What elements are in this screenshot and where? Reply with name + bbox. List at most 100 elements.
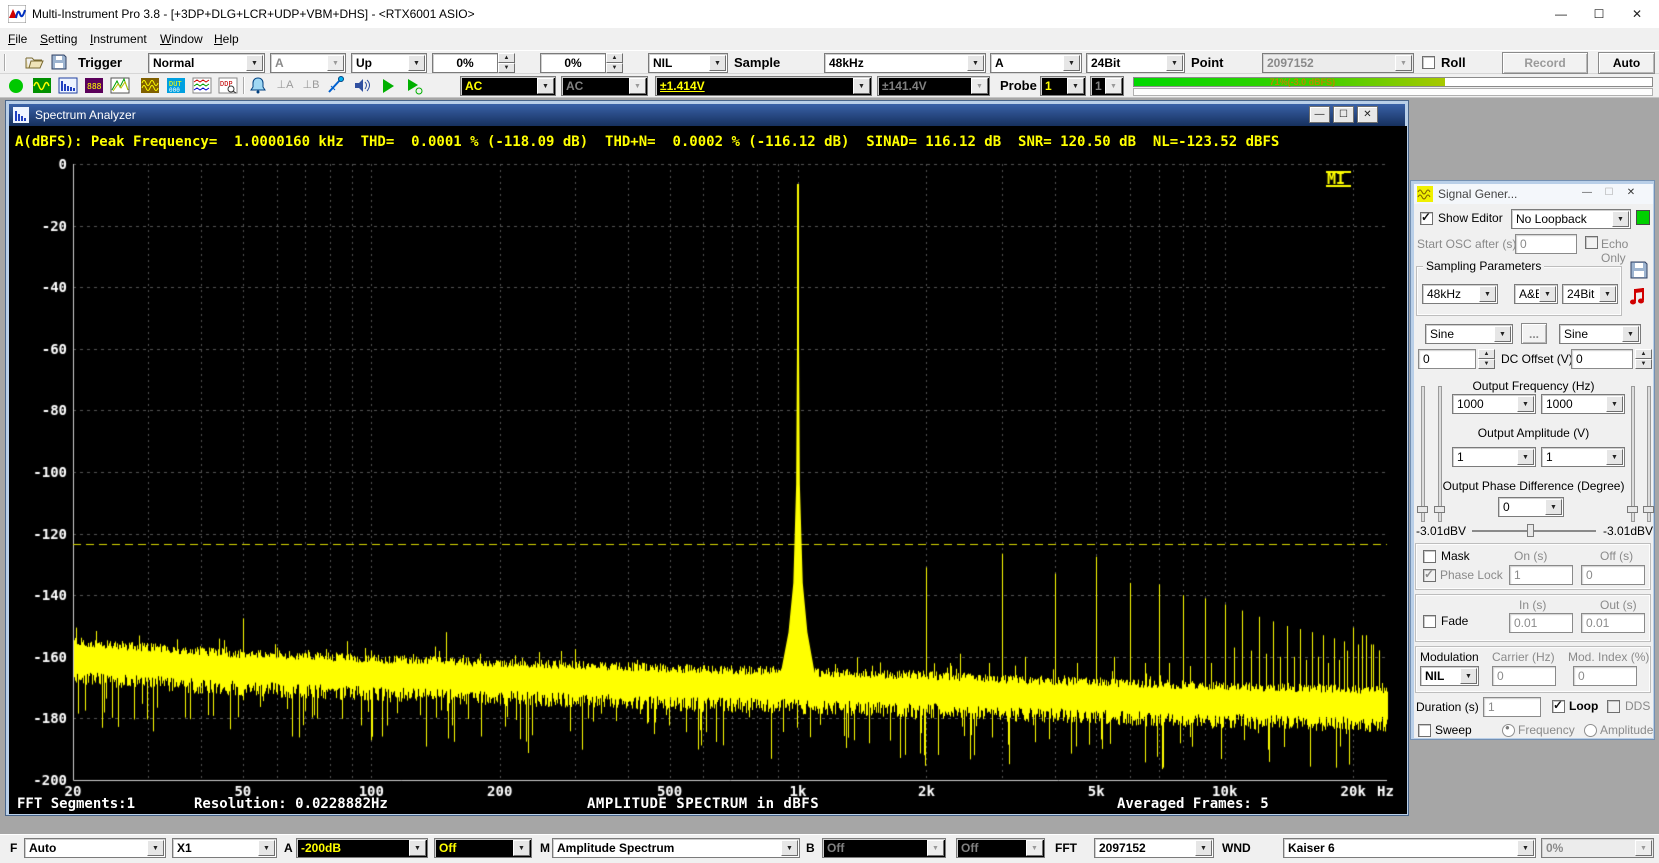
chevron-down-icon[interactable]: ▼: [246, 55, 263, 71]
a-ref-select[interactable]: Off▼: [434, 838, 532, 858]
chevron-down-icon[interactable]: ▼: [1517, 840, 1534, 856]
chevron-down-icon[interactable]: ▼: [1517, 449, 1534, 465]
waveform-a-select[interactable]: Sine▼: [1425, 324, 1513, 344]
chevron-down-icon[interactable]: ▼: [258, 840, 275, 856]
spectrum-analyzer-icon[interactable]: [58, 75, 80, 96]
sg-minimize-button[interactable]: —: [1577, 186, 1597, 201]
amplitude-b-select[interactable]: 1▼: [1541, 447, 1625, 467]
close-button[interactable]: ✕: [1621, 4, 1653, 24]
trigger-level-field[interactable]: 0%: [432, 53, 498, 73]
mask-checkbox[interactable]: [1423, 550, 1436, 563]
spectrum-plot[interactable]: [9, 126, 1407, 814]
sampling-rate-select[interactable]: 48kHz▼: [824, 53, 986, 73]
freq-axis-select[interactable]: Auto▼: [24, 838, 166, 858]
fade-checkbox[interactable]: [1423, 615, 1436, 628]
level-slider-a1-handle[interactable]: [1417, 506, 1428, 513]
waveform-b-select[interactable]: Sine▼: [1559, 324, 1641, 344]
level-slider-a2[interactable]: [1438, 386, 1442, 522]
a-range-select[interactable]: -200dB▼: [296, 838, 428, 858]
waveform-more-button[interactable]: ...: [1521, 323, 1547, 344]
range-a-select[interactable]: ±1.414V▼: [655, 76, 872, 96]
dc-offset-a-input[interactable]: 0: [1418, 349, 1476, 369]
menu-window[interactable]: Window: [160, 28, 203, 50]
sampling-bits-select[interactable]: 24Bit▼: [1086, 53, 1185, 73]
save-file-button[interactable]: [49, 52, 71, 73]
chevron-down-icon[interactable]: ▼: [1606, 449, 1623, 465]
level-slider-b2[interactable]: [1647, 386, 1651, 522]
chevron-down-icon[interactable]: ▼: [409, 840, 426, 856]
sg-bits-select[interactable]: 24Bit▼: [1562, 284, 1618, 304]
dc-offset-a-spinner[interactable]: ▲▼: [1478, 349, 1495, 369]
signal-generator-title-bar[interactable]: Signal Gener... — ☐ ✕: [1414, 184, 1653, 204]
coupling-a-select[interactable]: AC▼: [460, 76, 556, 96]
app-title-bar[interactable]: Multi-Instrument Pro 3.8 - [+3DP+DLG+LCR…: [0, 0, 1659, 29]
mode-select[interactable]: Amplitude Spectrum▼: [552, 838, 800, 858]
amplitude-a-select[interactable]: 1▼: [1452, 447, 1536, 467]
chevron-down-icon[interactable]: ▼: [513, 840, 530, 856]
dc-offset-b-spinner[interactable]: ▲▼: [1635, 349, 1652, 369]
chevron-down-icon[interactable]: ▼: [1517, 396, 1534, 412]
signal-generator-icon[interactable]: [140, 75, 162, 96]
play-loop-icon[interactable]: [404, 75, 426, 96]
chevron-down-icon[interactable]: ▼: [1612, 211, 1629, 227]
spectrum-minimize-button[interactable]: —: [1309, 106, 1330, 123]
chevron-down-icon[interactable]: ▼: [1622, 326, 1639, 342]
chevron-down-icon[interactable]: ▼: [408, 55, 425, 71]
spin-up-icon[interactable]: ▲: [606, 53, 623, 63]
chevron-down-icon[interactable]: ▼: [537, 78, 554, 94]
trigger-level-spinner[interactable]: ▲▼: [498, 53, 515, 73]
multimeter-icon[interactable]: 888: [84, 75, 106, 96]
output-on-indicator[interactable]: [1636, 210, 1650, 225]
level-slider-a2-handle[interactable]: [1434, 506, 1445, 513]
trigger-hpf-select[interactable]: NIL▼: [648, 53, 728, 73]
balance-slider-handle[interactable]: [1527, 524, 1534, 537]
roll-checkbox[interactable]: [1422, 56, 1435, 69]
ddp-viewer-icon[interactable]: DDP: [218, 75, 240, 96]
sg-channels-select[interactable]: A&B▼: [1514, 284, 1558, 304]
level-slider-b1-handle[interactable]: [1627, 506, 1638, 513]
trigger-mode-select[interactable]: Normal▼: [148, 53, 265, 73]
spin-up-icon[interactable]: ▲: [498, 53, 515, 63]
calibration-icon[interactable]: [326, 75, 348, 96]
alarm-bell-icon[interactable]: [248, 75, 270, 96]
spin-up-icon[interactable]: ▲: [1635, 349, 1652, 359]
chevron-down-icon[interactable]: ▼: [1599, 286, 1616, 302]
window-function-select[interactable]: Kaiser 6▼: [1283, 838, 1536, 858]
sg-rate-select[interactable]: 48kHz▼: [1422, 284, 1498, 304]
oscilloscope-icon[interactable]: [32, 75, 54, 96]
device-test-plan-icon[interactable]: DUT000: [166, 75, 188, 96]
spin-up-icon[interactable]: ▲: [1478, 349, 1495, 359]
chevron-down-icon[interactable]: ▼: [1494, 326, 1511, 342]
level-slider-a1[interactable]: [1421, 386, 1425, 522]
spectrum-3d-plot-icon[interactable]: [110, 75, 132, 96]
chevron-down-icon[interactable]: ▼: [147, 840, 164, 856]
fft-size-select[interactable]: 2097152▼: [1094, 838, 1214, 858]
play-icon[interactable]: [378, 75, 400, 96]
chevron-down-icon[interactable]: ▼: [781, 840, 798, 856]
spectrum-title-bar[interactable]: Spectrum Analyzer — ☐ ✕: [9, 104, 1405, 126]
spin-down-icon[interactable]: ▼: [1635, 359, 1652, 369]
chevron-down-icon[interactable]: ▼: [1460, 668, 1477, 684]
trigger-edge-select[interactable]: Up▼: [351, 53, 427, 73]
run-button[interactable]: [6, 75, 28, 96]
sg-close-button[interactable]: ✕: [1621, 186, 1641, 201]
phase-select[interactable]: 0▼: [1498, 497, 1564, 517]
level-slider-b2-handle[interactable]: [1643, 506, 1654, 513]
loopback-select[interactable]: No Loopback▼: [1511, 209, 1631, 229]
spectrum-close-button[interactable]: ✕: [1357, 106, 1378, 123]
show-editor-checkbox[interactable]: ✓: [1420, 212, 1433, 225]
chevron-down-icon[interactable]: ▼: [853, 78, 870, 94]
chevron-down-icon[interactable]: ▼: [1479, 286, 1496, 302]
probe-a-select[interactable]: 1▼: [1040, 76, 1086, 96]
chevron-down-icon[interactable]: ▼: [709, 55, 726, 71]
zoom-select[interactable]: X1▼: [172, 838, 277, 858]
level-slider-b1[interactable]: [1631, 386, 1635, 522]
sg-library-button[interactable]: [1629, 286, 1651, 310]
spin-down-icon[interactable]: ▼: [498, 63, 515, 73]
sampling-channel-select[interactable]: A▼: [990, 53, 1082, 73]
menu-setting[interactable]: Setting: [40, 28, 77, 50]
sg-maximize-button[interactable]: ☐: [1599, 186, 1619, 201]
open-file-button[interactable]: [24, 52, 46, 73]
balance-slider-track[interactable]: [1472, 530, 1596, 532]
spin-down-icon[interactable]: ▼: [1478, 359, 1495, 369]
